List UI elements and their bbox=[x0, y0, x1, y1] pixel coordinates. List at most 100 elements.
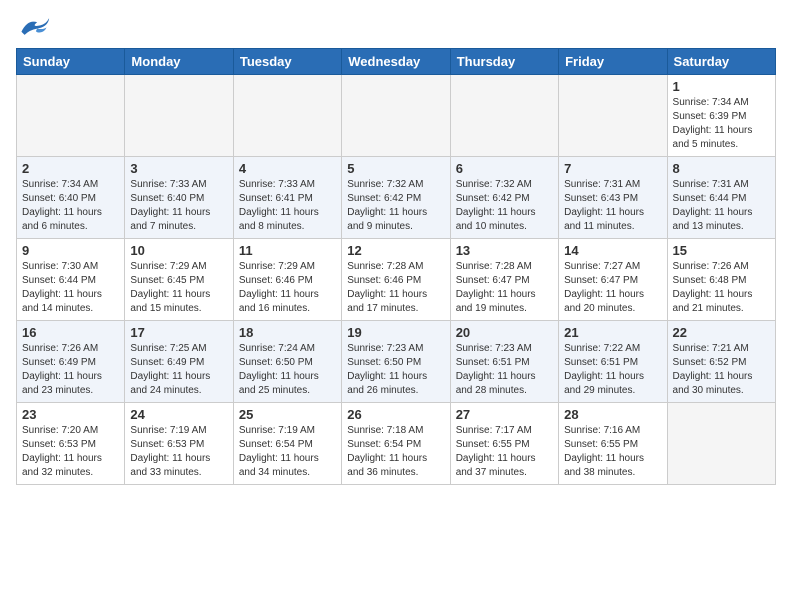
calendar-cell bbox=[342, 75, 450, 157]
day-of-week-header: Tuesday bbox=[233, 49, 341, 75]
calendar-cell bbox=[450, 75, 558, 157]
calendar-cell: 11Sunrise: 7:29 AM Sunset: 6:46 PM Dayli… bbox=[233, 239, 341, 321]
day-number: 16 bbox=[22, 325, 119, 340]
calendar-cell: 1Sunrise: 7:34 AM Sunset: 6:39 PM Daylig… bbox=[667, 75, 775, 157]
day-number: 10 bbox=[130, 243, 227, 258]
day-info: Sunrise: 7:26 AM Sunset: 6:48 PM Dayligh… bbox=[673, 260, 770, 316]
day-number: 19 bbox=[347, 325, 444, 340]
day-number: 1 bbox=[673, 79, 770, 94]
day-info: Sunrise: 7:16 AM Sunset: 6:55 PM Dayligh… bbox=[564, 424, 661, 480]
day-info: Sunrise: 7:32 AM Sunset: 6:42 PM Dayligh… bbox=[456, 178, 553, 234]
day-of-week-header: Sunday bbox=[17, 49, 125, 75]
day-info: Sunrise: 7:25 AM Sunset: 6:49 PM Dayligh… bbox=[130, 342, 227, 398]
calendar-cell: 2 Sunrise: 7:34 AM Sunset: 6:40 PM Daylig… bbox=[17, 157, 125, 239]
day-number: 4 bbox=[239, 161, 336, 176]
day-info: Sunrise: 7:19 AM Sunset: 6:53 PM Dayligh… bbox=[130, 424, 227, 480]
calendar-week-row: 23Sunrise: 7:20 AM Sunset: 6:53 PM Dayli… bbox=[17, 403, 776, 485]
day-info: Sunrise: 7:19 AM Sunset: 6:54 PM Dayligh… bbox=[239, 424, 336, 480]
day-number: 26 bbox=[347, 407, 444, 422]
calendar-cell: 22 Sunrise: 7:21 AM Sunset: 6:52 PM Dayli… bbox=[667, 321, 775, 403]
calendar-cell bbox=[233, 75, 341, 157]
calendar-cell: 25 Sunrise: 7:19 AM Sunset: 6:54 PM Dayli… bbox=[233, 403, 341, 485]
day-info: Sunrise: 7:28 AM Sunset: 6:46 PM Dayligh… bbox=[347, 260, 444, 316]
calendar-week-row: 1Sunrise: 7:34 AM Sunset: 6:39 PM Daylig… bbox=[17, 75, 776, 157]
day-number: 5 bbox=[347, 161, 444, 176]
day-number: 6 bbox=[456, 161, 553, 176]
calendar-cell: 13 Sunrise: 7:28 AM Sunset: 6:47 PM Dayli… bbox=[450, 239, 558, 321]
calendar-header-row: SundayMondayTuesdayWednesdayThursdayFrid… bbox=[17, 49, 776, 75]
day-number: 17 bbox=[130, 325, 227, 340]
calendar-cell: 4 Sunrise: 7:33 AM Sunset: 6:41 PM Daylig… bbox=[233, 157, 341, 239]
day-number: 24 bbox=[130, 407, 227, 422]
day-of-week-header: Friday bbox=[559, 49, 667, 75]
calendar-week-row: 9Sunrise: 7:30 AM Sunset: 6:44 PM Daylig… bbox=[17, 239, 776, 321]
day-info: Sunrise: 7:17 AM Sunset: 6:55 PM Dayligh… bbox=[456, 424, 553, 480]
calendar-cell bbox=[125, 75, 233, 157]
calendar-cell: 12 Sunrise: 7:28 AM Sunset: 6:46 PM Dayli… bbox=[342, 239, 450, 321]
day-info: Sunrise: 7:30 AM Sunset: 6:44 PM Dayligh… bbox=[22, 260, 119, 316]
logo-icon bbox=[16, 16, 52, 38]
calendar-cell: 20Sunrise: 7:23 AM Sunset: 6:51 PM Dayli… bbox=[450, 321, 558, 403]
calendar-cell bbox=[667, 403, 775, 485]
calendar-cell: 21 Sunrise: 7:22 AM Sunset: 6:51 PM Dayli… bbox=[559, 321, 667, 403]
day-number: 22 bbox=[673, 325, 770, 340]
calendar-table: SundayMondayTuesdayWednesdayThursdayFrid… bbox=[16, 48, 776, 485]
day-of-week-header: Monday bbox=[125, 49, 233, 75]
calendar-cell: 7 Sunrise: 7:31 AM Sunset: 6:43 PM Daylig… bbox=[559, 157, 667, 239]
day-info: Sunrise: 7:27 AM Sunset: 6:47 PM Dayligh… bbox=[564, 260, 661, 316]
day-of-week-header: Thursday bbox=[450, 49, 558, 75]
calendar-cell bbox=[17, 75, 125, 157]
calendar-cell: 27 Sunrise: 7:17 AM Sunset: 6:55 PM Dayli… bbox=[450, 403, 558, 485]
day-info: Sunrise: 7:33 AM Sunset: 6:41 PM Dayligh… bbox=[239, 178, 336, 234]
day-number: 14 bbox=[564, 243, 661, 258]
calendar-week-row: 2 Sunrise: 7:34 AM Sunset: 6:40 PM Daylig… bbox=[17, 157, 776, 239]
calendar-cell: 23Sunrise: 7:20 AM Sunset: 6:53 PM Dayli… bbox=[17, 403, 125, 485]
day-info: Sunrise: 7:34 AM Sunset: 6:40 PM Dayligh… bbox=[22, 178, 119, 234]
calendar-cell: 10 Sunrise: 7:29 AM Sunset: 6:45 PM Dayli… bbox=[125, 239, 233, 321]
calendar-cell: 18Sunrise: 7:24 AM Sunset: 6:50 PM Dayli… bbox=[233, 321, 341, 403]
calendar-cell: 15 Sunrise: 7:26 AM Sunset: 6:48 PM Dayli… bbox=[667, 239, 775, 321]
calendar-week-row: 16 Sunrise: 7:26 AM Sunset: 6:49 PM Dayli… bbox=[17, 321, 776, 403]
day-number: 13 bbox=[456, 243, 553, 258]
day-number: 28 bbox=[564, 407, 661, 422]
day-info: Sunrise: 7:31 AM Sunset: 6:44 PM Dayligh… bbox=[673, 178, 770, 234]
day-number: 12 bbox=[347, 243, 444, 258]
calendar-cell: 14 Sunrise: 7:27 AM Sunset: 6:47 PM Dayli… bbox=[559, 239, 667, 321]
day-info: Sunrise: 7:28 AM Sunset: 6:47 PM Dayligh… bbox=[456, 260, 553, 316]
calendar-cell: 26 Sunrise: 7:18 AM Sunset: 6:54 PM Dayli… bbox=[342, 403, 450, 485]
day-number: 15 bbox=[673, 243, 770, 258]
day-number: 25 bbox=[239, 407, 336, 422]
day-info: Sunrise: 7:23 AM Sunset: 6:50 PM Dayligh… bbox=[347, 342, 444, 398]
day-of-week-header: Saturday bbox=[667, 49, 775, 75]
logo bbox=[16, 16, 56, 38]
day-number: 27 bbox=[456, 407, 553, 422]
calendar-cell: 19 Sunrise: 7:23 AM Sunset: 6:50 PM Dayli… bbox=[342, 321, 450, 403]
page-header bbox=[16, 16, 776, 38]
day-number: 11 bbox=[239, 243, 336, 258]
calendar-cell: 24 Sunrise: 7:19 AM Sunset: 6:53 PM Dayli… bbox=[125, 403, 233, 485]
calendar-cell: 8 Sunrise: 7:31 AM Sunset: 6:44 PM Daylig… bbox=[667, 157, 775, 239]
day-info: Sunrise: 7:31 AM Sunset: 6:43 PM Dayligh… bbox=[564, 178, 661, 234]
day-number: 21 bbox=[564, 325, 661, 340]
day-info: Sunrise: 7:23 AM Sunset: 6:51 PM Dayligh… bbox=[456, 342, 553, 398]
day-number: 3 bbox=[130, 161, 227, 176]
calendar-cell: 5 Sunrise: 7:32 AM Sunset: 6:42 PM Daylig… bbox=[342, 157, 450, 239]
day-info: Sunrise: 7:26 AM Sunset: 6:49 PM Dayligh… bbox=[22, 342, 119, 398]
day-info: Sunrise: 7:20 AM Sunset: 6:53 PM Dayligh… bbox=[22, 424, 119, 480]
day-info: Sunrise: 7:33 AM Sunset: 6:40 PM Dayligh… bbox=[130, 178, 227, 234]
calendar-cell: 6 Sunrise: 7:32 AM Sunset: 6:42 PM Daylig… bbox=[450, 157, 558, 239]
day-info: Sunrise: 7:24 AM Sunset: 6:50 PM Dayligh… bbox=[239, 342, 336, 398]
day-number: 8 bbox=[673, 161, 770, 176]
calendar-cell: 3 Sunrise: 7:33 AM Sunset: 6:40 PM Daylig… bbox=[125, 157, 233, 239]
calendar-cell: 17 Sunrise: 7:25 AM Sunset: 6:49 PM Dayli… bbox=[125, 321, 233, 403]
day-number: 7 bbox=[564, 161, 661, 176]
day-info: Sunrise: 7:21 AM Sunset: 6:52 PM Dayligh… bbox=[673, 342, 770, 398]
day-number: 2 bbox=[22, 161, 119, 176]
day-info: Sunrise: 7:18 AM Sunset: 6:54 PM Dayligh… bbox=[347, 424, 444, 480]
calendar-cell: 9Sunrise: 7:30 AM Sunset: 6:44 PM Daylig… bbox=[17, 239, 125, 321]
day-info: Sunrise: 7:22 AM Sunset: 6:51 PM Dayligh… bbox=[564, 342, 661, 398]
calendar-cell: 28 Sunrise: 7:16 AM Sunset: 6:55 PM Dayli… bbox=[559, 403, 667, 485]
day-info: Sunrise: 7:32 AM Sunset: 6:42 PM Dayligh… bbox=[347, 178, 444, 234]
day-info: Sunrise: 7:29 AM Sunset: 6:45 PM Dayligh… bbox=[130, 260, 227, 316]
day-of-week-header: Wednesday bbox=[342, 49, 450, 75]
